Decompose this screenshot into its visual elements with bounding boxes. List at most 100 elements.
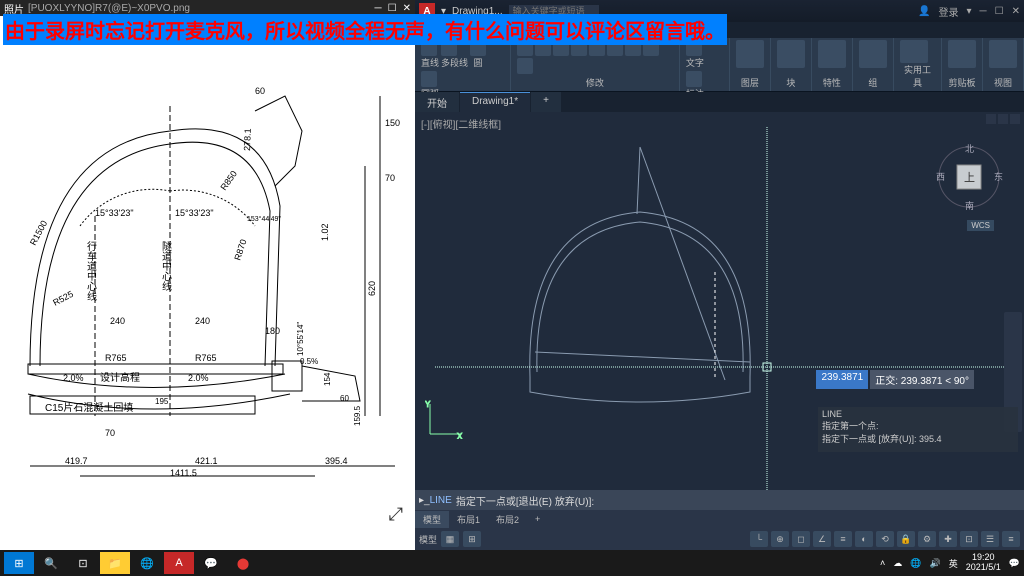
panel-group: 组 bbox=[853, 38, 894, 91]
login-label[interactable]: 登录 bbox=[939, 4, 959, 19]
search-icon[interactable]: 🔍 bbox=[36, 552, 66, 574]
tab-start[interactable]: 开始 bbox=[415, 92, 459, 112]
svg-text:东: 东 bbox=[994, 171, 1003, 182]
polar-icon[interactable]: ⊕ bbox=[771, 531, 789, 547]
taskview-icon[interactable]: ⊡ bbox=[68, 552, 98, 574]
utilities-icon[interactable] bbox=[900, 40, 928, 63]
grid-icon[interactable]: ▦ bbox=[441, 531, 459, 547]
tab-layout-add[interactable]: + bbox=[527, 512, 548, 526]
photo-viewer-window: 照片 [PUOXLYYNO]R7(@E)~X0PVO.png ─ ☐ ✕ bbox=[0, 0, 415, 550]
ime-indicator[interactable]: 英 bbox=[949, 557, 958, 570]
snap-icon[interactable]: ⊞ bbox=[463, 531, 481, 547]
autocad-taskbar-icon[interactable]: A bbox=[164, 552, 194, 574]
svg-text:西: 西 bbox=[936, 172, 945, 182]
svg-text:R850: R850 bbox=[218, 169, 239, 192]
ortho-icon[interactable]: └ bbox=[750, 531, 768, 547]
view-icon[interactable] bbox=[989, 40, 1017, 68]
maximize-icon[interactable]: ☐ bbox=[388, 3, 397, 14]
tray-chevron-icon[interactable]: ˄ bbox=[880, 558, 885, 568]
svg-text:2.0%: 2.0% bbox=[63, 373, 84, 383]
angle-value: 正交: 239.3871 < 90° bbox=[870, 370, 974, 389]
video-overlay-caption: 由于录屏时忘记打开麦克风，所以视频全程无声，有什么问题可以评论区留言哦。 bbox=[3, 14, 727, 45]
tab-model[interactable]: 模型 bbox=[415, 511, 449, 528]
svg-text:隧道中心线: 隧道中心线 bbox=[160, 240, 172, 291]
photo-canvas: 60 150 70 278.1 15°33'23" 15°33'23" 153°… bbox=[0, 16, 415, 550]
viewcube[interactable]: 上 北 南 东 西 bbox=[934, 142, 1004, 212]
wcs-badge[interactable]: WCS bbox=[967, 220, 994, 231]
ucs-icon: XY bbox=[425, 399, 465, 442]
cmd-input[interactable] bbox=[594, 495, 1020, 506]
tab-drawing1[interactable]: Drawing1* bbox=[460, 92, 530, 112]
svg-text:北: 北 bbox=[965, 144, 974, 154]
svg-text:154: 154 bbox=[323, 372, 332, 386]
dim-icon[interactable] bbox=[686, 71, 702, 87]
status-model[interactable]: 模型 bbox=[419, 533, 437, 546]
network-icon[interactable]: 🌐 bbox=[910, 558, 921, 569]
notifications-icon[interactable]: 💬 bbox=[1009, 558, 1020, 569]
properties-icon[interactable] bbox=[818, 40, 846, 68]
customize-icon[interactable]: ≡ bbox=[1002, 531, 1020, 547]
tab-layout2[interactable]: 布局2 bbox=[488, 511, 527, 528]
command-line[interactable]: ▸_ LINE 指定下一点或[退出(E) 放弃(U)]: bbox=[415, 490, 1024, 510]
layers-icon[interactable] bbox=[736, 40, 764, 68]
block-icon[interactable] bbox=[777, 40, 805, 68]
osnap-icon[interactable]: ◻ bbox=[792, 531, 810, 547]
volume-icon[interactable]: 🔊 bbox=[930, 558, 941, 569]
explorer-icon[interactable]: 📁 bbox=[100, 552, 130, 574]
taskbar-clock[interactable]: 19:202021/5/1 bbox=[966, 553, 1001, 573]
arc-icon[interactable] bbox=[421, 71, 437, 87]
svg-text:设计高程: 设计高程 bbox=[100, 371, 140, 384]
user-icon[interactable]: 👤 bbox=[918, 6, 930, 17]
minimize-icon[interactable]: ─ bbox=[375, 3, 382, 14]
svg-text:60: 60 bbox=[340, 394, 349, 403]
lweight-icon[interactable]: ≡ bbox=[834, 531, 852, 547]
group-icon[interactable] bbox=[859, 40, 887, 68]
svg-text:240: 240 bbox=[195, 316, 210, 326]
annoscale-icon[interactable]: 🔒 bbox=[897, 531, 915, 547]
dynamic-input-tooltip: 239.3871 正交: 239.3871 < 90° bbox=[816, 370, 974, 389]
cad-statusbar: 模型 ▦ ⊞ └ ⊕ ◻ ∠ ≡ ◐ ⟲ 🔒 ⚙ ✚ ⊡ ☰ ≡ bbox=[415, 528, 1024, 550]
transparency-icon[interactable]: ◐ bbox=[855, 531, 873, 547]
panel-clipboard: 剪贴板 bbox=[942, 38, 983, 91]
svg-text:R765: R765 bbox=[195, 353, 217, 363]
edge-icon[interactable]: 🌐 bbox=[132, 552, 162, 574]
svg-text:R765: R765 bbox=[105, 353, 127, 363]
cad-viewport[interactable]: [-][俯视][二维线框] bbox=[415, 112, 1024, 490]
help-icon[interactable]: ▾ bbox=[967, 6, 972, 17]
minimize-icon[interactable]: ─ bbox=[980, 6, 987, 17]
wechat-icon[interactable]: 💬 bbox=[196, 552, 226, 574]
qprops-icon[interactable]: ☰ bbox=[981, 531, 999, 547]
workspace-icon[interactable]: ⚙ bbox=[918, 531, 936, 547]
svg-text:195: 195 bbox=[155, 397, 169, 406]
svg-text:C15片石混凝土回填: C15片石混凝土回填 bbox=[45, 401, 133, 414]
panel-draw: 直线 多段线 圆 圆弧 绘图 bbox=[415, 38, 511, 91]
svg-text:10°55'14": 10°55'14" bbox=[296, 322, 305, 356]
expand-icon[interactable]: ⤢ bbox=[389, 504, 403, 525]
svg-text:上: 上 bbox=[964, 171, 975, 184]
cycling-icon[interactable]: ⟲ bbox=[876, 531, 894, 547]
cmd-prompt: LINE bbox=[430, 495, 452, 506]
clipboard-icon[interactable] bbox=[948, 40, 976, 68]
svg-text:240: 240 bbox=[110, 316, 125, 326]
svg-text:Y: Y bbox=[425, 400, 431, 409]
record-icon[interactable]: ⬤ bbox=[228, 552, 258, 574]
tab-add[interactable]: + bbox=[531, 92, 561, 112]
cloud-icon[interactable]: ☁ bbox=[893, 558, 902, 569]
units-icon[interactable]: ⊡ bbox=[960, 531, 978, 547]
maximize-icon[interactable]: ☐ bbox=[995, 6, 1004, 17]
svg-text:180: 180 bbox=[265, 326, 280, 336]
start-button[interactable]: ⊞ bbox=[4, 552, 34, 574]
command-history: LINE 指定第一个点: 指定下一点或 [放弃(U)]: 395.4 bbox=[818, 407, 1018, 452]
svg-text:15°33'23": 15°33'23" bbox=[95, 208, 134, 218]
tab-layout1[interactable]: 布局1 bbox=[449, 511, 488, 528]
close-icon[interactable]: ✕ bbox=[1012, 6, 1020, 17]
close-icon[interactable]: ✕ bbox=[403, 3, 411, 14]
svg-text:150: 150 bbox=[385, 118, 400, 128]
svg-text:395.4: 395.4 bbox=[325, 456, 348, 466]
svg-text:X: X bbox=[457, 432, 463, 439]
otrack-icon[interactable]: ∠ bbox=[813, 531, 831, 547]
autocad-window: A ▾ Drawing1... 👤 登录 ▾ ─ ☐ ✕ 默认 插入 管理 输出… bbox=[415, 0, 1024, 550]
array-icon[interactable] bbox=[517, 58, 533, 74]
annomon-icon[interactable]: ✚ bbox=[939, 531, 957, 547]
panel-view: 视图 bbox=[983, 38, 1024, 91]
